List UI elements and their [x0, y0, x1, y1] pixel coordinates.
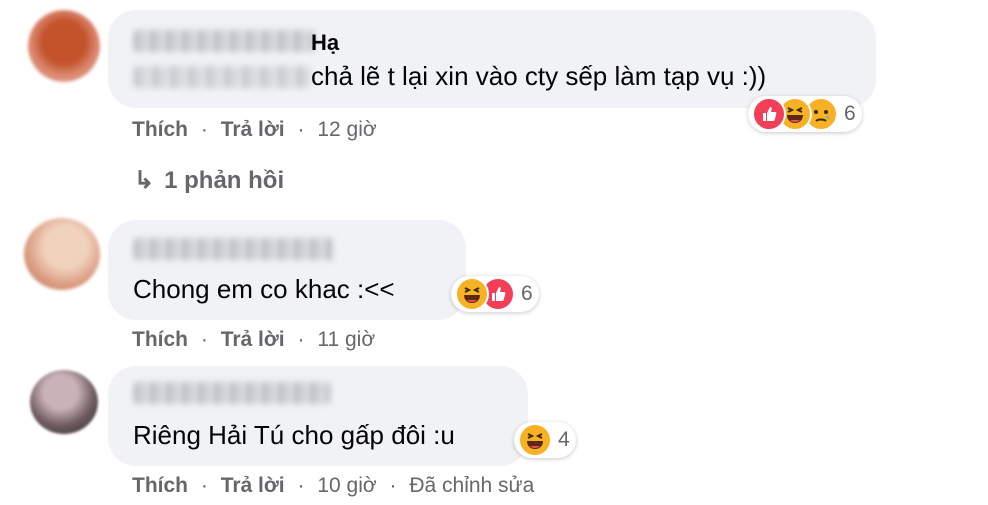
like-icon	[752, 97, 786, 131]
haha-icon	[518, 423, 552, 457]
comment-actions: Thích · Trả lời · 10 giờ · Đã chỉnh sửa	[132, 474, 534, 498]
separator: ·	[389, 474, 397, 497]
comment-text: Riêng Hải Tú cho gấp đôi :u	[133, 420, 455, 450]
reply-link[interactable]: Trả lời	[221, 474, 285, 497]
timestamp[interactable]: 10 giờ	[317, 474, 376, 497]
comment-bubble	[108, 366, 528, 466]
comment-3: Riêng Hải Tú cho gấp đôi :u 4 Thích · Tr…	[0, 0, 988, 505]
edited-label[interactable]: Đã chỉnh sửa	[409, 474, 534, 497]
reaction-summary[interactable]: 4	[514, 422, 576, 458]
separator: ·	[200, 474, 208, 497]
reaction-count: 4	[558, 428, 570, 451]
avatar[interactable]	[30, 370, 98, 434]
like-link[interactable]: Thích	[132, 474, 188, 497]
haha-icon	[455, 277, 489, 311]
separator: ·	[297, 474, 305, 497]
commenter-name-blurred[interactable]	[134, 382, 330, 404]
